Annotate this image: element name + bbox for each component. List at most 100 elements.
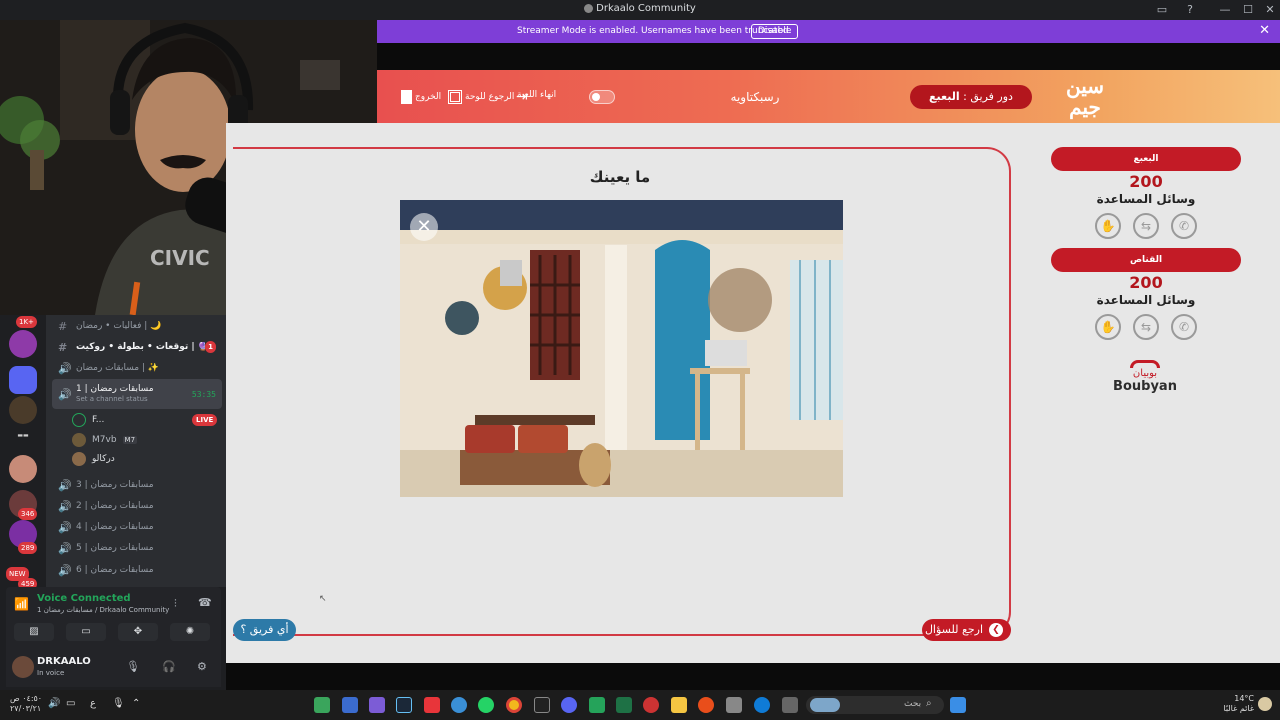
team-1-name: البعبع [1051, 147, 1241, 171]
chrome-icon[interactable] [506, 697, 522, 713]
username[interactable]: DRKAALO [37, 656, 91, 667]
channel-status[interactable]: Set a channel status [76, 395, 148, 403]
voice-channel-path[interactable]: 1 مسابقات رمضان / Drkaalo Community [37, 606, 169, 614]
streamer-mode-banner: Streamer Mode is enabled. Usernames have… [377, 20, 1280, 43]
excel-icon[interactable] [616, 697, 632, 713]
user-status: In voice [37, 669, 65, 677]
server-icon-3[interactable]: ▬▬ [6, 432, 40, 439]
camera-off-button[interactable]: ▨ [14, 623, 54, 641]
speaker-icon: 🔊 [58, 563, 72, 577]
taskbar-app-1-icon[interactable] [314, 697, 330, 713]
steam-icon[interactable] [396, 697, 412, 713]
game-logo-line-1: سين [1065, 74, 1105, 98]
channel-label: مسابقات رمضان | 1 Set a channel status [72, 384, 192, 404]
team-2-aids-label: وسائل المساعدة [1096, 293, 1196, 307]
which-team-button[interactable]: أي فريق ؟ [233, 619, 296, 641]
maximize-button[interactable]: ☐ [1240, 2, 1256, 18]
microphone-icon[interactable]: 🎙 [126, 660, 140, 673]
weather-widget[interactable]: 14°C غائم غالبًا [1218, 694, 1254, 714]
chevron-left-icon: ❮ [989, 623, 1003, 637]
exit-button[interactable]: الخروج [401, 90, 441, 104]
arrow-exit-icon: ⇥ [516, 89, 528, 105]
member-tag: M7 [122, 436, 138, 444]
traditional-house-illustration [400, 200, 843, 497]
team-2-swap-aid-icon[interactable]: ⇆ [1133, 314, 1159, 340]
taskbar-app-3-icon[interactable] [369, 697, 385, 713]
window-titlebar: Drkaalo Community ▭ ? — ☐ ✕ [0, 0, 1280, 20]
member-2[interactable]: M7vb M7 [72, 431, 138, 449]
taskbar-app-2-icon[interactable] [342, 697, 358, 713]
channel-item-voice-4[interactable]: 🔊 مسابقات رمضان | 4 [52, 517, 222, 537]
help-icon[interactable]: ? [1182, 2, 1198, 18]
windows-start-icon[interactable] [950, 697, 966, 713]
voice-status[interactable]: Voice Connected [37, 593, 131, 604]
taskbar-search[interactable]: بحث ⌕ [806, 696, 944, 714]
obs-icon[interactable] [643, 697, 659, 713]
close-banner-icon[interactable]: ✕ [1259, 23, 1270, 38]
channel-timer: 53:35 [191, 389, 216, 399]
taskbar-app-15-icon[interactable] [698, 697, 714, 713]
close-window-button[interactable]: ✕ [1262, 2, 1278, 18]
end-game-toggle[interactable] [589, 90, 615, 104]
volume-icon[interactable]: 🔊 [48, 698, 60, 709]
team-2-phone-aid-icon[interactable]: ✆ [1171, 314, 1197, 340]
channel-item-voice-3[interactable]: 🔊 مسابقات رمضان | 3 [52, 475, 222, 495]
member-3[interactable]: دركالو [72, 450, 115, 468]
server-icon-2[interactable] [9, 396, 37, 424]
taskbar-app-6-icon[interactable] [451, 697, 467, 713]
channel-item-events[interactable]: # فعاليات • رمضان | 🌙 [52, 316, 222, 336]
team-1-phone-aid-icon[interactable]: ✆ [1171, 213, 1197, 239]
back-to-board-button[interactable]: الرجوع للوحة [448, 90, 514, 104]
taskbar-app-9-icon[interactable] [534, 697, 550, 713]
discord-icon[interactable] [561, 697, 577, 713]
team-1-swap-aid-icon[interactable]: ⇆ [1133, 213, 1159, 239]
minimize-button[interactable]: — [1217, 2, 1233, 18]
channel-item-voice-6[interactable]: 🔊 مسابقات رمضان | 6 [52, 560, 222, 580]
settings-gear-icon[interactable]: ⚙ [197, 660, 207, 673]
whatsapp-icon[interactable] [478, 697, 494, 713]
server-icon-1[interactable] [9, 330, 37, 358]
task-view-icon[interactable] [782, 697, 798, 713]
screen-share-button[interactable]: ▭ [66, 623, 106, 641]
clock[interactable]: ٠٤:٥٠ ص ٢٧/٠٣/٢١ [10, 694, 42, 714]
taskbar-app-5-icon[interactable] [424, 697, 440, 713]
inbox-icon[interactable]: ▭ [1154, 2, 1170, 18]
search-highlight-image [810, 698, 840, 712]
server-icon-4[interactable] [9, 455, 37, 483]
store-icon[interactable] [726, 697, 742, 713]
edge-icon[interactable] [754, 697, 770, 713]
live-badge: LIVE [192, 414, 218, 426]
taskbar-app-11-icon[interactable] [589, 697, 605, 713]
team-1-hand-aid-icon[interactable]: ✋ [1095, 213, 1121, 239]
soundboard-button[interactable]: ✺ [170, 623, 210, 641]
back-to-question-button[interactable]: ارجع للسؤال ❮ [922, 619, 1011, 641]
avatar[interactable] [12, 656, 34, 678]
channel-item-voice-1[interactable]: 🔊 مسابقات رمضان | 1 Set a channel status… [52, 379, 222, 409]
team-1-aids-label: وسائل المساعدة [1096, 192, 1196, 206]
windows-taskbar [0, 690, 1280, 720]
close-image-button[interactable]: ✕ [410, 213, 438, 241]
turn-team: البعبع [929, 90, 960, 103]
activities-button[interactable]: ✥ [118, 623, 158, 641]
member-name: دركالو [92, 454, 115, 464]
avatar [72, 433, 86, 447]
team-2-name: القناص [1051, 248, 1241, 272]
speaker-icon: 🔊 [58, 541, 72, 555]
chevron-up-icon[interactable]: ⌃ [132, 698, 140, 709]
noise-suppression-icon[interactable]: ⫶ [174, 597, 177, 611]
team-2-score: 200 [1129, 273, 1163, 292]
disable-streamer-mode-button[interactable]: Disable [751, 24, 799, 39]
member-1[interactable]: F... [72, 411, 104, 429]
channel-item-voice-2[interactable]: 🔊 مسابقات رمضان | 2 [52, 496, 222, 516]
headphones-icon[interactable]: 🎧 [162, 660, 176, 673]
disconnect-icon[interactable]: ☎ [198, 596, 212, 609]
file-explorer-icon[interactable] [671, 697, 687, 713]
team-2-hand-aid-icon[interactable]: ✋ [1095, 314, 1121, 340]
channel-item-voice-star[interactable]: 🔊 مسابقات رمضان | ✨ [52, 358, 222, 378]
channel-item-voice-5[interactable]: 🔊 مسابقات رمضان | 5 [52, 538, 222, 558]
channel-item-predictions[interactable]: # توقعات • بطولة • روكيت | 🔮 1 [52, 337, 222, 357]
server-folder-icon[interactable] [9, 366, 37, 394]
mic-tray-icon[interactable]: 🎙 [112, 698, 125, 709]
language-indicator[interactable]: ع [90, 698, 96, 709]
network-icon[interactable]: ▭ [66, 698, 75, 709]
